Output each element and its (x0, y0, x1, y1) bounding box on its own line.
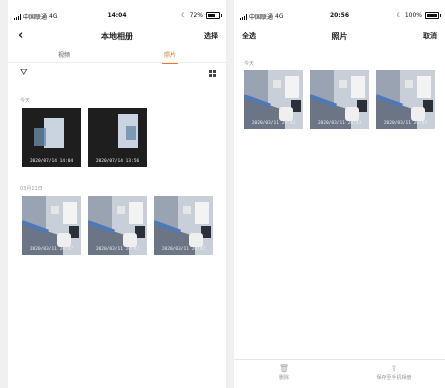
save-to-album-button[interactable]: ⇪ 保存至手机相册 (364, 364, 424, 381)
photo-thumbnail[interactable]: 2020/03/11 20:43 (244, 70, 303, 129)
tab-underline (162, 63, 178, 64)
delete-label: 删除 (278, 375, 289, 381)
photo-thumbnail[interactable]: 2020/03/11 20:47 (154, 196, 213, 255)
section-label-today: 今天 (244, 61, 255, 67)
photo-timestamp: 2020/07/14 13:56 (95, 159, 140, 164)
photo-timestamp: 2020/03/11 20:47 (95, 247, 140, 252)
nav-bar: ‹ 本地相册 选择 (8, 28, 226, 44)
tab-videos[interactable]: 视频 (44, 50, 84, 59)
filter-icon[interactable]: ⛛ (20, 68, 28, 78)
tab-videos-label: 视频 (57, 52, 70, 59)
save-label: 保存至手机相册 (376, 375, 412, 381)
battery-percent: 72% (189, 12, 203, 19)
page-title: 本地相册 (101, 32, 133, 41)
tab-photos-label: 照片 (163, 52, 176, 59)
photo-thumbnail[interactable]: 2020/07/14 13:56 (88, 108, 147, 167)
grid-view-icon[interactable] (209, 70, 216, 77)
nav-bar: 全选 照片 取消 (234, 28, 445, 44)
thumbnail-image-detail (34, 128, 46, 146)
battery-icon (206, 12, 222, 19)
photo-thumbnail[interactable]: 2020/03/11 20:47 (22, 196, 81, 255)
photo-timestamp: 2020/03/11 20:43 (317, 121, 362, 126)
moon-icon: ☾ (181, 12, 187, 19)
trash-icon: 🗑 (278, 364, 290, 373)
photo-timestamp: 2020/03/11 20:47 (29, 247, 74, 252)
battery-icon (425, 12, 441, 19)
action-bar: 🗑 删除 ⇪ 保存至手机相册 (234, 359, 445, 388)
upload-icon: ⇪ (390, 364, 398, 373)
photo-thumbnail[interactable]: 2020/03/11 20:43 (310, 70, 369, 129)
toolbar-row: ⛛ (8, 66, 226, 80)
moon-icon: ☾ (396, 12, 402, 19)
photo-thumbnail[interactable]: 2020/07/14 14:04 (22, 108, 81, 167)
status-bar: 中国联通 4G 14:04 ☾ 72% (8, 12, 226, 22)
section-label-date: 03月11日 (20, 186, 43, 192)
tab-photos[interactable]: 照片 (150, 50, 190, 64)
photo-timestamp: 2020/03/11 20:47 (161, 247, 206, 252)
thumbnail-image (44, 118, 64, 148)
battery-percent: 100% (404, 12, 422, 19)
photo-thumbnail[interactable]: 2020/03/11 20:47 (88, 196, 147, 255)
delete-button[interactable]: 🗑 删除 (254, 364, 314, 381)
status-bar: 中国联通 4G 20:56 ☾ 100% (234, 12, 445, 22)
thumbnail-image-detail (126, 126, 136, 140)
photo-timestamp: 2020/03/11 20:43 (251, 121, 296, 126)
page-title: 照片 (331, 32, 348, 41)
section-label-today: 今天 (20, 98, 31, 104)
select-button[interactable]: 选择 (204, 31, 218, 41)
cancel-button[interactable]: 取消 (423, 31, 437, 41)
photo-timestamp: 2020/07/14 14:04 (29, 159, 74, 164)
photo-thumbnail[interactable]: 2020/03/11 20:43 (376, 70, 435, 129)
local-album-screen: 中国联通 4G 14:04 ☾ 72% ‹ 本地相册 选择 视频 照片 ⛛ 今天… (8, 0, 226, 388)
photo-timestamp: 2020/03/11 20:43 (383, 121, 428, 126)
photo-select-screen: 中国联通 4G 20:56 ☾ 100% 全选 照片 取消 今天 2020/03… (234, 0, 445, 388)
media-tabs: 视频 照片 (8, 48, 226, 64)
